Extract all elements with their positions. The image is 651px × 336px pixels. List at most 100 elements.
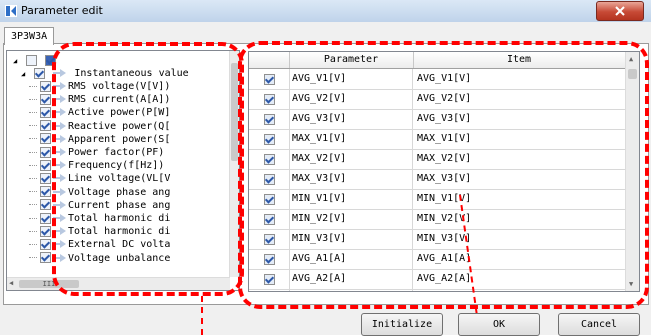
tree-item[interactable]: Total harmonic di (29, 225, 170, 238)
grid-vertical-scrollbar[interactable]: ▲ ▼ (625, 52, 639, 291)
row-checkbox[interactable] (264, 214, 275, 225)
item-cell[interactable]: MIN_V3[V] (414, 229, 625, 249)
tree-item-checkbox[interactable] (40, 133, 51, 145)
parameter-cell[interactable]: AVG_V2[V] (289, 89, 413, 109)
ok-button[interactable]: OK (458, 313, 540, 336)
group-checkbox[interactable] (34, 67, 46, 79)
item-cell[interactable]: MAX_V3[V] (414, 169, 625, 189)
row-checkbox[interactable] (264, 134, 275, 145)
tree-item-checkbox[interactable] (40, 238, 51, 250)
item-cell[interactable]: MAX_V2[V] (414, 149, 625, 169)
parameter-cell[interactable]: AVG_A1[A] (289, 249, 413, 269)
tree-item[interactable]: Voltage phase ang (29, 186, 170, 199)
tree-item-checkbox[interactable] (40, 159, 51, 171)
collapse-icon[interactable]: ◢ (21, 70, 25, 78)
parameter-cell[interactable]: MAX_V2[V] (289, 149, 413, 169)
item-cell[interactable]: AVG_A1[A] (414, 249, 625, 269)
table-row[interactable]: MAX_V1[V] MAX_V1[V] (249, 129, 625, 150)
table-row[interactable]: AVG_A2[A] AVG_A2[A] (249, 269, 625, 290)
row-checkbox[interactable] (264, 154, 275, 165)
parameter-cell[interactable]: MIN_V2[V] (289, 209, 413, 229)
initialize-button[interactable]: Initialize (361, 313, 443, 336)
close-button[interactable] (596, 1, 644, 21)
column-header-parameter[interactable]: Parameter (289, 52, 414, 68)
tree-horizontal-scrollbar[interactable]: ◀ III (7, 277, 230, 290)
tree-item[interactable]: External DC volta (29, 238, 170, 251)
table-row[interactable]: AVG_V2[V] AVG_V2[V] (249, 89, 625, 110)
table-row[interactable]: AVG_A3[A]AVG_A3[A] (249, 289, 625, 291)
tree-vertical-scroll-thumb[interactable] (231, 63, 238, 161)
tree-item[interactable]: Power factor(PF) (29, 146, 164, 159)
scroll-down-icon[interactable]: ▼ (629, 280, 633, 288)
table-row[interactable]: MAX_V3[V] MAX_V3[V] (249, 169, 625, 190)
tree-item[interactable]: Frequency(f[Hz]) (29, 159, 164, 172)
tree-item-checkbox[interactable] (40, 225, 51, 237)
tab-3p3w3a[interactable]: 3P3W3A (4, 27, 55, 45)
tree-item[interactable]: Line voltage(VL[V (29, 172, 170, 185)
row-checkbox[interactable] (264, 174, 275, 185)
item-cell[interactable]: MIN_V1[V] (414, 189, 625, 209)
tree-horizontal-scroll-thumb[interactable]: III (19, 280, 79, 288)
tree-item-checkbox[interactable] (40, 199, 51, 211)
tree-item-checkbox[interactable] (40, 252, 51, 264)
row-checkbox[interactable] (264, 74, 275, 85)
tree-item-checkbox[interactable] (40, 172, 51, 184)
tree-group-row[interactable]: ◢ Instantaneous value (21, 67, 189, 80)
table-row[interactable]: AVG_A1[A] AVG_A1[A] (249, 249, 625, 270)
row-checkbox[interactable] (264, 94, 275, 105)
row-checkbox[interactable] (264, 194, 275, 205)
grid-vertical-scroll-thumb[interactable] (628, 69, 637, 79)
parameter-cell[interactable]: MIN_V3[V] (289, 229, 413, 249)
tree-item-checkbox[interactable] (40, 93, 51, 105)
parameter-cell[interactable]: AVG_A3[A] (289, 289, 413, 291)
tree-item-checkbox[interactable] (40, 186, 51, 198)
tree-root-row[interactable]: ◢ (13, 54, 58, 67)
tree-item[interactable]: Current phase ang (29, 199, 170, 212)
table-row[interactable]: MIN_V1[V] MIN_V1[V] (249, 189, 625, 210)
parameter-cell[interactable]: MAX_V3[V] (289, 169, 413, 189)
parameter-cell[interactable]: MIN_V1[V] (289, 189, 413, 209)
item-cell[interactable]: MAX_V1[V] (414, 129, 625, 149)
row-checkbox[interactable] (264, 274, 275, 285)
cancel-button[interactable]: Cancel (558, 313, 640, 336)
tree-item-checkbox[interactable] (40, 106, 51, 118)
item-cell[interactable]: AVG_V3[V] (414, 109, 625, 129)
tree-item[interactable]: Voltage unbalance (29, 252, 170, 265)
tree-item[interactable]: Reactive power(Q[ (29, 120, 170, 133)
parameter-cell[interactable]: AVG_A2[A] (289, 269, 413, 289)
tree-item-checkbox[interactable] (40, 80, 51, 92)
row-checkbox[interactable] (264, 114, 275, 125)
item-cell[interactable]: MIN_V2[V] (414, 209, 625, 229)
item-cell[interactable]: AVG_V1[V] (414, 69, 625, 89)
tree-item-checkbox[interactable] (40, 120, 51, 132)
tree-item-checkbox[interactable] (40, 146, 51, 158)
table-row[interactable]: AVG_V3[V] AVG_V3[V] (249, 109, 625, 130)
parameter-cell[interactable]: AVG_V3[V] (289, 109, 413, 129)
parameter-cell[interactable]: AVG_V1[V] (289, 69, 413, 89)
row-checkbox[interactable] (264, 254, 275, 265)
item-cell[interactable]: AVG_A3[A] (414, 289, 625, 291)
item-cell[interactable]: AVG_V2[V] (414, 89, 625, 109)
tree-item-checkbox[interactable] (40, 212, 51, 224)
row-checkbox[interactable] (264, 234, 275, 245)
tree-item[interactable]: RMS voltage(V[V]) (29, 80, 170, 93)
table-row[interactable]: MIN_V2[V] MIN_V2[V] (249, 209, 625, 230)
scroll-up-icon[interactable]: ▲ (629, 55, 633, 63)
root-select-checkbox[interactable] (45, 54, 57, 66)
tree-item[interactable]: Active power(P[W] (29, 106, 170, 119)
table-row[interactable]: MIN_V3[V] MIN_V3[V] (249, 229, 625, 250)
column-header-item[interactable]: Item (414, 52, 624, 68)
table-row[interactable]: MAX_V2[V] MAX_V2[V] (249, 149, 625, 170)
table-row[interactable]: AVG_V1[V] AVG_V1[V] (249, 69, 625, 90)
collapse-icon[interactable]: ◢ (13, 57, 17, 65)
scroll-left-icon[interactable]: ◀ (9, 279, 13, 287)
parameter-tree[interactable]: ◢ ◢ Instantaneous value RMS voltage(V[V]… (6, 50, 240, 291)
tree-vertical-scrollbar[interactable] (229, 51, 239, 277)
item-cell[interactable]: AVG_A2[A] (414, 269, 625, 289)
column-header-check[interactable] (249, 52, 290, 68)
tree-item[interactable]: RMS current(A[A]) (29, 93, 170, 106)
tree-item[interactable]: Total harmonic di (29, 212, 170, 225)
parameter-grid[interactable]: Parameter Item AVG_V1[V] AVG_V1[V] AVG_V2[… (248, 51, 640, 292)
tree-item[interactable]: Apparent power(S[ (29, 133, 170, 146)
parameter-cell[interactable]: MAX_V1[V] (289, 129, 413, 149)
